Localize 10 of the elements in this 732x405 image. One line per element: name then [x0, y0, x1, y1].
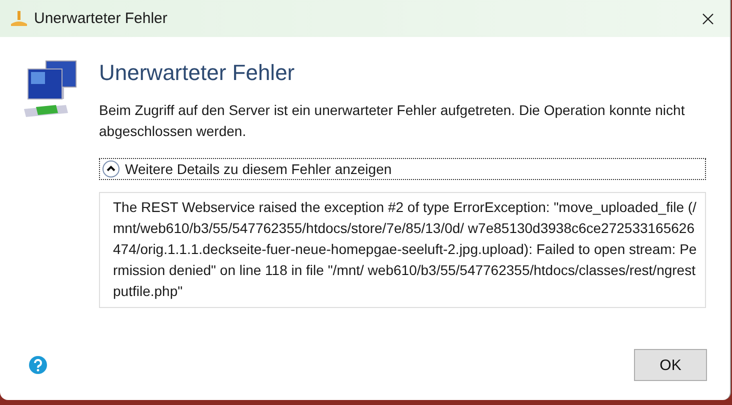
dialog-heading: Unerwarteter Fehler — [99, 60, 296, 86]
close-icon — [702, 12, 714, 24]
error-message: Beim Zugriff auf den Server ist ein unerwarteter Fehler aufgetreten. Die Operation konnte nicht abgeschlossen werden. — [99, 101, 686, 141]
window-title: Unerwarteter Fehler — [34, 10, 168, 27]
ok-button[interactable]: OK — [634, 349, 707, 381]
error-details: The REST Webservice raised the exception #2 of type ErrorException: "move_uploaded_file (/mnt/web610/b3/55/547762355/htdocs/store/7e/85/13/0d/ w7e85130d3938c6ce272533165626474/orig.1.1.1.deckseite-fuer-neue-homepgae-seeluft-2.jpg.upload): Failed to open stream: Permission denied" on line 118 in file "/mnt/ web610/b3/55/547762355/htdocs/classes/rest/ngrestputfile.php" — [99, 192, 706, 308]
details-toggle[interactable]: Weitere Details zu diesem Fehler anzeigen — [99, 158, 706, 180]
help-icon[interactable] — [29, 356, 47, 374]
broom-icon — [10, 10, 28, 26]
chevron-icon — [102, 160, 120, 178]
